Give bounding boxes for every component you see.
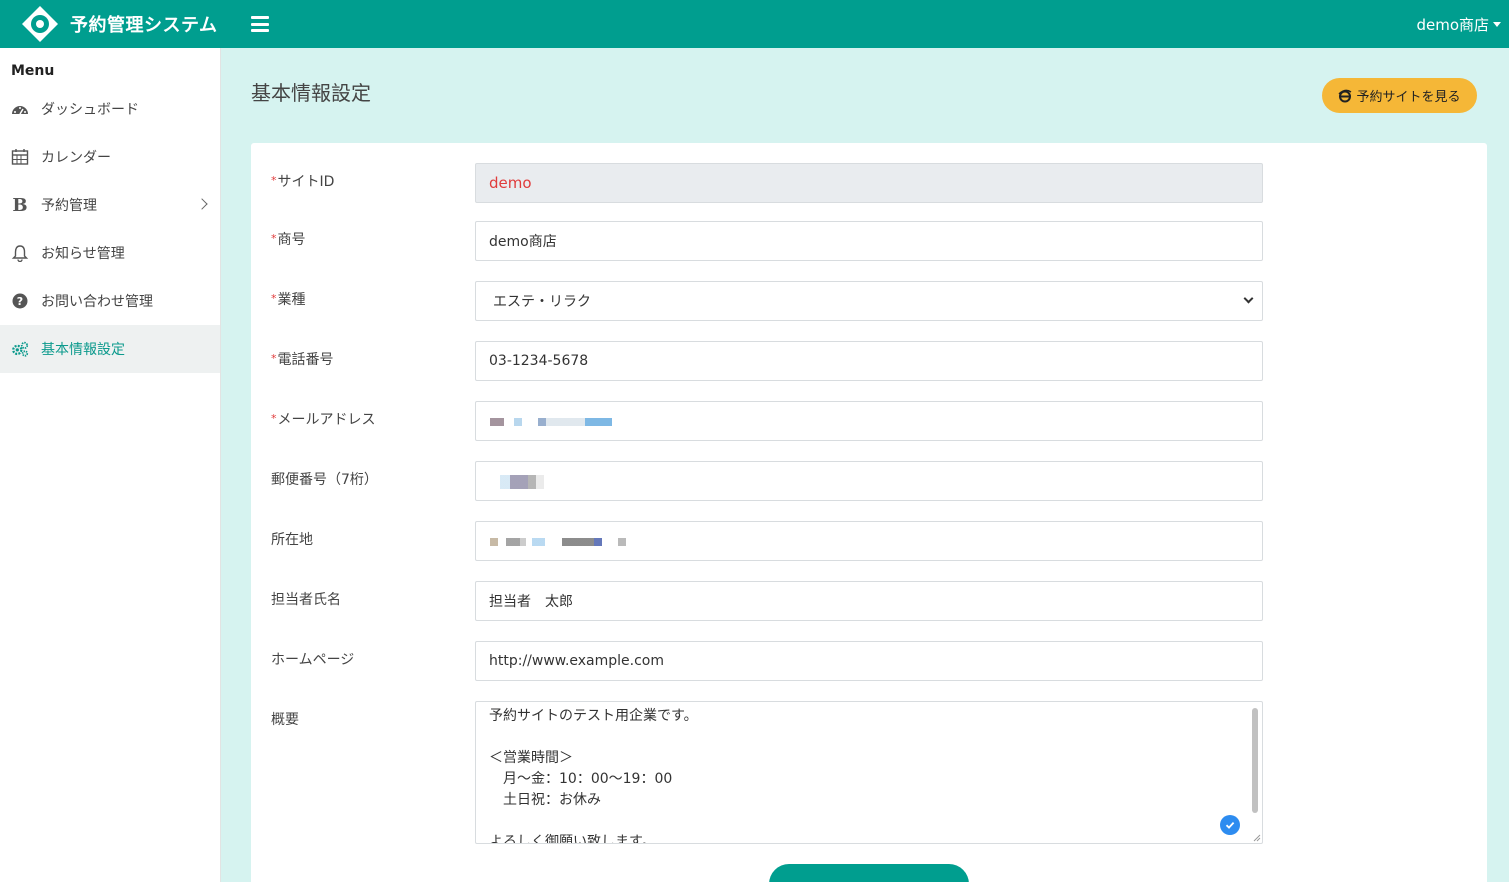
phone-input[interactable]: 03-1234-5678 — [475, 341, 1263, 381]
site-id-field: demo — [475, 163, 1263, 203]
industry-select[interactable]: エステ・リラク — [475, 281, 1263, 321]
shop-name-input[interactable]: demo商店 — [475, 221, 1263, 261]
contact-name-input[interactable]: 担当者 太郎 — [475, 581, 1263, 621]
field-value: 担当者 太郎 — [489, 594, 573, 610]
sidebar: Menu ダッシュボード カレンダー B 予約管理 お知らせ管理 ? お問い合わ… — [0, 48, 221, 882]
shop-name-label: *商号 — [271, 229, 306, 249]
textarea-line: ​ — [489, 727, 1249, 748]
caret-down-icon — [1493, 21, 1501, 27]
sidebar-item-label: お問い合わせ管理 — [41, 294, 153, 310]
contact-name-label: 担当者氏名 — [271, 589, 341, 609]
browser-e-icon — [1338, 89, 1352, 102]
textarea-line: よろしく御願い致します。 — [489, 834, 656, 844]
bell-icon — [11, 244, 29, 262]
dashboard-gauge-icon — [11, 100, 29, 118]
postal-code-label: 郵便番号（7桁） — [271, 469, 378, 489]
address-input[interactable] — [475, 521, 1263, 561]
required-mark: * — [271, 352, 277, 365]
redacted-value — [490, 418, 612, 426]
homepage-label: ホームページ — [271, 649, 354, 669]
bold-b-icon: B — [12, 194, 28, 216]
gears-icon — [11, 340, 29, 358]
logo-icon — [22, 6, 58, 42]
label-text: 担当者氏名 — [271, 592, 341, 608]
address-label: 所在地 — [271, 529, 313, 549]
calendar-icon — [11, 148, 29, 166]
check-icon — [1220, 815, 1240, 835]
redacted-value — [490, 538, 630, 546]
textarea-line: ​ — [489, 811, 1249, 832]
label-text: 概要 — [271, 712, 299, 728]
resize-handle-icon[interactable] — [1253, 834, 1261, 842]
sidebar-heading: Menu — [11, 63, 55, 79]
sidebar-item-dashboard[interactable]: ダッシュボード — [0, 85, 220, 133]
label-text: 郵便番号（7桁） — [271, 472, 378, 488]
brand-name: 予約管理システム — [70, 15, 218, 36]
textarea-line: 月～金：10：00～19：00 — [489, 771, 673, 787]
page-title: 基本情報設定 — [251, 81, 371, 105]
chevron-right-icon — [196, 198, 208, 210]
label-text: 電話番号 — [277, 352, 334, 368]
user-menu-dropdown[interactable]: demo商店 — [1416, 14, 1501, 35]
textarea-line: ＜営業時間＞ — [489, 750, 573, 766]
sidebar-item-label: カレンダー — [41, 150, 111, 166]
label-text: ホームページ — [271, 652, 355, 668]
required-mark: * — [271, 232, 277, 245]
sidebar-item-calendar[interactable]: カレンダー — [0, 133, 220, 181]
field-value: http://www.example.com — [489, 653, 665, 669]
sidebar-item-label: ダッシュボード — [41, 102, 139, 118]
menu-toggle-icon[interactable] — [251, 16, 269, 32]
user-menu-label: demo商店 — [1416, 15, 1489, 34]
field-value: エステ・リラク — [493, 294, 591, 310]
postal-code-input[interactable] — [475, 461, 1263, 501]
field-value: demo — [489, 174, 532, 192]
overview-textarea[interactable]: 予約サイトのテスト用企業です。 ​ ＜営業時間＞ 月～金：10：00～19：00… — [475, 701, 1263, 844]
sidebar-item-notices[interactable]: お知らせ管理 — [0, 229, 220, 277]
label-text: サイトID — [277, 174, 335, 190]
save-button[interactable]: 保存 — [769, 864, 969, 882]
label-text: 商号 — [277, 232, 306, 248]
sidebar-item-label: 基本情報設定 — [41, 342, 125, 358]
brand-logo-link[interactable]: 予約管理システム — [0, 4, 221, 44]
required-mark: * — [271, 292, 277, 305]
svg-text:?: ? — [17, 295, 23, 308]
site-id-label: *サイトID — [271, 171, 334, 191]
field-value: demo商店 — [489, 234, 557, 250]
chevron-down-icon — [1243, 293, 1254, 304]
phone-label: *電話番号 — [271, 349, 334, 369]
email-label: *メールアドレス — [271, 409, 376, 429]
required-mark: * — [271, 174, 277, 187]
question-circle-icon: ? — [11, 292, 29, 310]
field-value: 03-1234-5678 — [489, 353, 589, 369]
top-navbar: 予約管理システム demo商店 — [0, 0, 1509, 48]
sidebar-item-basic-settings[interactable]: 基本情報設定 — [0, 325, 220, 373]
email-input[interactable] — [475, 401, 1263, 441]
label-text: 業種 — [277, 292, 306, 308]
sidebar-item-label: 予約管理 — [41, 198, 97, 214]
industry-label: *業種 — [271, 289, 306, 309]
redacted-value — [500, 475, 544, 489]
overview-label: 概要 — [271, 709, 299, 729]
sidebar-item-label: お知らせ管理 — [41, 246, 125, 262]
view-site-label: 予約サイトを見る — [1356, 89, 1461, 104]
textarea-scrollbar[interactable] — [1252, 708, 1258, 813]
settings-form-card: *サイトID demo *商号 demo商店 *業種 エステ・リラク *電話番号… — [251, 143, 1487, 882]
sidebar-item-reservations[interactable]: B 予約管理 — [0, 181, 220, 229]
homepage-input[interactable]: http://www.example.com — [475, 641, 1263, 681]
label-text: メールアドレス — [277, 412, 376, 428]
view-reservation-site-button[interactable]: 予約サイトを見る — [1322, 78, 1477, 113]
label-text: 所在地 — [271, 532, 313, 548]
textarea-line: 土日祝：お休み — [489, 792, 601, 808]
textarea-line: 予約サイトのテスト用企業です。 — [489, 708, 698, 724]
sidebar-item-inquiries[interactable]: ? お問い合わせ管理 — [0, 277, 220, 325]
required-mark: * — [271, 412, 277, 425]
